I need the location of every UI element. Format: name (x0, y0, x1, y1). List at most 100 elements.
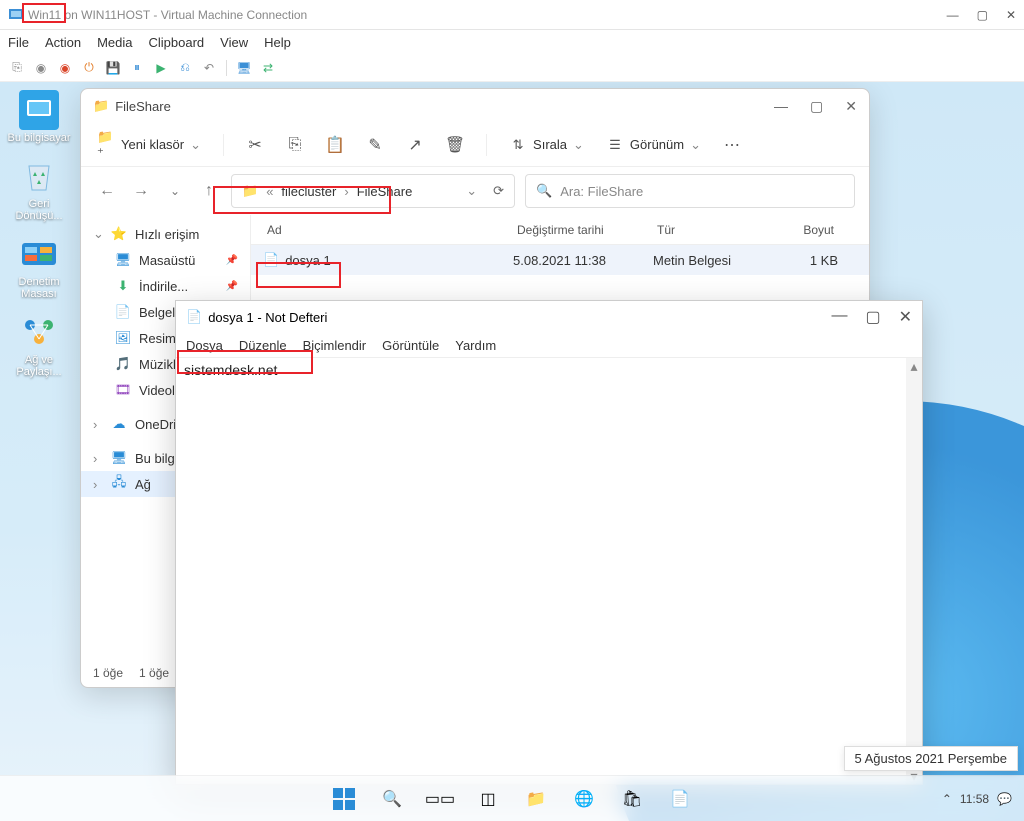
chevron-down-icon[interactable]: ⌄ (466, 183, 477, 199)
taskbar-taskview-icon[interactable]: ▭▭ (420, 781, 460, 817)
notepad-menu-edit[interactable]: Düzenle (239, 338, 287, 353)
desktop-icon-recycle-bin[interactable]: Geri Dönüşü... (6, 156, 72, 222)
notepad-content-text: sistemdesk.net (184, 362, 277, 378)
vm-start-icon[interactable]: ◉ (32, 59, 50, 77)
search-icon: 🔍 (536, 183, 552, 199)
explorer-maximize-button[interactable]: ▢ (810, 98, 823, 115)
vm-menu-file[interactable]: File (8, 35, 29, 50)
taskbar-explorer-icon[interactable]: 📁 (516, 781, 556, 817)
notepad-menu-view[interactable]: Görüntüle (382, 338, 439, 353)
notepad-minimize-button[interactable]: — (831, 307, 847, 327)
vm-enhanced-icon[interactable]: 🖥 (235, 59, 253, 77)
sidebar-item-quick-access[interactable]: ⌄⭐Hızlı erişim (81, 221, 250, 247)
nav-back-button[interactable]: ← (95, 179, 119, 203)
copy-icon[interactable]: ⎘ (286, 136, 304, 154)
share-icon[interactable]: ↗ (406, 136, 424, 154)
vm-menu-view[interactable]: View (220, 35, 248, 50)
guest-desktop: Bu bilgisayar Geri Dönüşü... Denetim Mas… (0, 82, 1024, 821)
vm-app-icon (8, 7, 24, 23)
delete-icon[interactable]: 🗑 (446, 136, 464, 154)
rename-icon[interactable]: ✎ (366, 136, 384, 154)
vm-shutdown-icon[interactable]: ⏻ (80, 59, 98, 77)
explorer-minimize-button[interactable]: — (774, 98, 788, 115)
taskbar: 🔍 ▭▭ ◫ 📁 🌐 🛍 📄 ⌃ 11:58 💬 (0, 775, 1024, 821)
new-folder-icon: 📁⁺ (97, 136, 115, 154)
breadcrumb-segment[interactable]: FileShare (357, 184, 413, 199)
vm-toolbar: ⎘ ◉ ◉ ⏻ 💾 ⏸ ▶ ⎌ ↶ 🖥 ⇄ (0, 54, 1024, 82)
vm-menu-help[interactable]: Help (264, 35, 291, 50)
sort-button[interactable]: ⇅ Sırala ⌄ (509, 136, 584, 154)
desktop-icon-network-sharing[interactable]: Ağ ve Paylaşı... (6, 312, 72, 378)
breadcrumb-segment[interactable]: filecluster (281, 184, 336, 199)
notepad-menu-help[interactable]: Yardım (455, 338, 496, 353)
notepad-scrollbar[interactable]: ▴ ▾ (906, 358, 922, 784)
vm-maximize-button[interactable]: ▢ (977, 8, 988, 22)
col-type[interactable]: Tür (653, 223, 768, 237)
vm-share-icon[interactable]: ⇄ (259, 59, 277, 77)
chevron-down-icon: ⌄ (190, 137, 201, 153)
notepad-text-area[interactable]: sistemdesk.net ▴ ▾ (176, 357, 922, 784)
explorer-close-button[interactable]: ✕ (845, 98, 857, 115)
file-row[interactable]: 📄 dosya 1 5.08.2021 11:38 Metin Belgesi … (251, 245, 869, 275)
status-selected-count: 1 öğe (139, 666, 169, 680)
taskbar-clock[interactable]: 11:58 (960, 792, 989, 806)
date-tooltip: 5 Ağustos 2021 Perşembe (844, 746, 1019, 771)
sort-icon: ⇅ (509, 136, 527, 154)
vm-pause-icon[interactable]: ⏸ (128, 59, 146, 77)
vm-menubar: File Action Media Clipboard View Help (0, 30, 1024, 54)
col-modified[interactable]: Değiştirme tarihi (513, 223, 653, 237)
more-icon[interactable]: ⋯ (723, 136, 741, 154)
search-box[interactable]: 🔍 Ara: FileShare (525, 174, 855, 208)
vm-revert-icon[interactable]: ↶ (200, 59, 218, 77)
refresh-icon[interactable]: ⟳ (493, 183, 504, 199)
vm-menu-clipboard[interactable]: Clipboard (149, 35, 205, 50)
taskbar-widgets-icon[interactable]: ◫ (468, 781, 508, 817)
notification-icon[interactable]: 💬 (997, 792, 1012, 806)
notepad-menu-file[interactable]: Dosya (186, 338, 223, 353)
vm-close-button[interactable]: ✕ (1006, 8, 1016, 22)
nav-forward-button[interactable]: → (129, 179, 153, 203)
chevron-right-icon: › (344, 184, 348, 199)
sidebar-item-downloads[interactable]: ⬇İndirile...📌 (81, 273, 250, 299)
scroll-up-icon[interactable]: ▴ (906, 358, 922, 374)
desktop-icon-this-pc[interactable]: Bu bilgisayar (6, 90, 72, 144)
desktop-icon-control-panel[interactable]: Denetim Masası (6, 234, 72, 300)
explorer-address-row: ← → ⌄ ↑ 📁 « filecluster › FileShare ⌄ ⟳ … (81, 167, 869, 215)
file-name: dosya 1 (285, 253, 331, 268)
vm-minimize-button[interactable]: — (947, 8, 959, 22)
notepad-menu-format[interactable]: Biçimlendir (303, 338, 367, 353)
explorer-titlebar[interactable]: 📁 FileShare — ▢ ✕ (81, 89, 869, 123)
notepad-titlebar[interactable]: 📄 dosya 1 - Not Defteri — ▢ ✕ (176, 301, 922, 333)
column-headers: Ad Değiştirme tarihi Tür Boyut (251, 215, 869, 245)
file-modified: 5.08.2021 11:38 (513, 253, 653, 268)
vm-ctrlaltdel-icon[interactable]: ⎘ (8, 59, 26, 77)
text-file-icon: 📄 (263, 252, 279, 268)
col-name[interactable]: Ad (263, 223, 513, 237)
view-button[interactable]: ☰ Görünüm ⌄ (606, 136, 701, 154)
taskbar-edge-icon[interactable]: 🌐 (564, 781, 604, 817)
notepad-maximize-button[interactable]: ▢ (865, 307, 880, 327)
taskbar-store-icon[interactable]: 🛍 (612, 781, 652, 817)
sidebar-item-desktop[interactable]: 🖥Masaüstü📌 (81, 247, 250, 273)
explorer-toolbar: 📁⁺ Yeni klasör ⌄ ✂ ⎘ 📋 ✎ ↗ 🗑 ⇅ Sırala ⌄ … (81, 123, 869, 167)
taskbar-notepad-icon[interactable]: 📄 (660, 781, 700, 817)
cut-icon[interactable]: ✂ (246, 136, 264, 154)
vm-menu-media[interactable]: Media (97, 35, 132, 50)
address-bar[interactable]: 📁 « filecluster › FileShare ⌄ ⟳ (231, 174, 515, 208)
start-button[interactable] (324, 781, 364, 817)
col-size[interactable]: Boyut (768, 223, 838, 237)
taskbar-search-icon[interactable]: 🔍 (372, 781, 412, 817)
vm-menu-action[interactable]: Action (45, 35, 81, 50)
notepad-close-button[interactable]: ✕ (899, 307, 912, 327)
nav-up-button[interactable]: ↑ (197, 179, 221, 203)
vm-save-icon[interactable]: 💾 (104, 59, 122, 77)
new-folder-button[interactable]: 📁⁺ Yeni klasör ⌄ (97, 136, 201, 154)
nav-recent-button[interactable]: ⌄ (163, 179, 187, 203)
vm-turnoff-icon[interactable]: ◉ (56, 59, 74, 77)
vm-reset-icon[interactable]: ▶ (152, 59, 170, 77)
tray-chevron-icon[interactable]: ⌃ (942, 792, 952, 806)
view-icon: ☰ (606, 136, 624, 154)
vm-checkpoint-icon[interactable]: ⎌ (176, 59, 194, 77)
notepad-icon: 📄 (186, 309, 202, 325)
paste-icon[interactable]: 📋 (326, 136, 344, 154)
